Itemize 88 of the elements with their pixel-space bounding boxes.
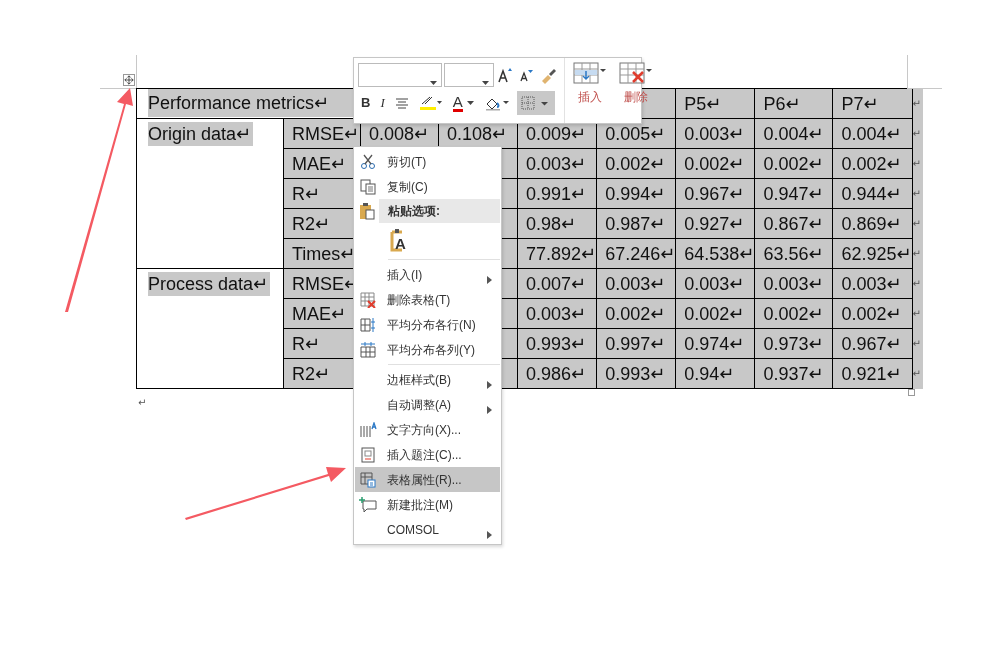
clipboard-icon (359, 202, 375, 220)
column-header: P6↵ (754, 88, 833, 119)
table-cell: 0.94↵ (675, 358, 755, 389)
table-cell: 0.947↵ (754, 178, 833, 209)
menu-heading: 粘贴选项: (379, 199, 500, 223)
table-cell: 0.003↵ (517, 298, 597, 329)
table-cell: 0.002↵ (832, 298, 913, 329)
table-cell: 0.007↵ (517, 268, 597, 299)
menu-item[interactable]: 表格属性(R)... (355, 467, 500, 492)
table-cell: 0.997↵ (596, 328, 676, 359)
end-of-row-mark: ↵ (912, 148, 924, 179)
table-cell: 0.944↵ (832, 178, 913, 209)
table-cell: 0.003↵ (517, 148, 597, 179)
table-cell: 0.002↵ (754, 298, 833, 329)
table-cell: 0.973↵ (754, 328, 833, 359)
table-properties-icon (360, 471, 376, 488)
table-cell: 0.869↵ (832, 208, 913, 239)
font-color-button[interactable]: A (449, 91, 477, 115)
table-cell: 64.538↵ (675, 238, 755, 269)
caret-icon (466, 101, 474, 105)
table-resize-handle[interactable] (908, 389, 915, 396)
caret-icon (482, 80, 489, 85)
table-cell: 0.993↵ (517, 328, 597, 359)
end-of-row-mark: ↵ (912, 328, 924, 359)
table-cell: 0.987↵ (596, 208, 676, 239)
delete-table-button[interactable]: 删除 (617, 62, 655, 119)
table-cell: 0.003↵ (596, 268, 676, 299)
end-of-row-mark: ↵ (912, 88, 924, 119)
table-cell: 0.002↵ (832, 148, 913, 179)
table-cell: 0.98↵ (517, 208, 597, 239)
table-cell: 0.002↵ (596, 298, 676, 329)
caret-icon (430, 80, 437, 85)
end-of-row-mark: ↵ (912, 238, 924, 269)
table-cell: 0.967↵ (832, 328, 913, 359)
table-cell: 0.002↵ (754, 148, 833, 179)
table-cell: 0.937↵ (754, 358, 833, 389)
table-cell: 0.002↵ (596, 148, 676, 179)
table-cell: 0.004↵ (754, 118, 833, 149)
table-cell: 63.56↵ (754, 238, 833, 269)
menu-item[interactable]: 插入题注(C)... (355, 442, 500, 467)
new-comment-icon (359, 496, 377, 513)
menu-item[interactable]: COMSOL (355, 517, 500, 542)
paste-text-only-button[interactable]: A (387, 225, 409, 255)
menu-item[interactable]: 自动调整(A) (355, 392, 500, 417)
end-of-row-mark: ↵ (912, 268, 924, 299)
table-cell: 0.003↵ (675, 118, 755, 149)
column-header: P5↵ (675, 88, 755, 119)
table-cell: 0.986↵ (517, 358, 597, 389)
copy-icon (360, 178, 376, 195)
table-cell: 0.993↵ (596, 358, 676, 389)
table-cell: 77.892↵ (517, 238, 597, 269)
insert-table-button[interactable]: 插入 (571, 62, 609, 119)
insert-table-icon (573, 62, 607, 84)
table-cell: 67.246↵ (596, 238, 676, 269)
bold-button[interactable]: B (358, 91, 374, 115)
text-direction-icon (359, 421, 377, 438)
caption-icon (361, 446, 375, 463)
end-of-row-mark: ↵ (912, 208, 924, 239)
table-cell: 0.927↵ (675, 208, 755, 239)
delete-table-icon (360, 291, 376, 308)
italic-button[interactable]: I (377, 91, 388, 115)
end-of-row-mark: ↵ (912, 298, 924, 329)
table-move-handle[interactable] (123, 74, 135, 86)
table-cell: 0.002↵ (675, 298, 755, 329)
column-header: P7↵ (832, 88, 913, 119)
table-cell: 62.925↵ (832, 238, 913, 269)
distribute-rows-icon (360, 316, 376, 333)
distribute-columns-icon (360, 341, 376, 358)
menu-item[interactable]: 新建批注(M) (355, 492, 500, 517)
table-cell: 0.003↵ (832, 268, 913, 299)
end-of-row-mark: ↵ (912, 358, 924, 389)
end-of-row-mark: ↵ (912, 118, 924, 149)
table-cell: 0.003↵ (675, 268, 755, 299)
table-cell: 0.974↵ (675, 328, 755, 359)
table-cell: 0.002↵ (675, 148, 755, 179)
table-cell: 0.003↵ (754, 268, 833, 299)
table-cell: 0.991↵ (517, 178, 597, 209)
table-cell: 0.994↵ (596, 178, 676, 209)
row-group-label: Process data↵ (148, 272, 271, 296)
menu-item[interactable]: 文字方向(X)... (355, 417, 500, 442)
row-group-label: Origin data↵ (148, 122, 254, 146)
table-cell: 0.967↵ (675, 178, 755, 209)
scissors-icon (360, 153, 376, 170)
table-cell: 0.867↵ (754, 208, 833, 239)
end-of-row-mark: ↵ (912, 178, 924, 209)
table-cell: 0.921↵ (832, 358, 913, 389)
table-cell: 0.004↵ (832, 118, 913, 149)
paragraph-mark: ↵ (138, 398, 147, 408)
